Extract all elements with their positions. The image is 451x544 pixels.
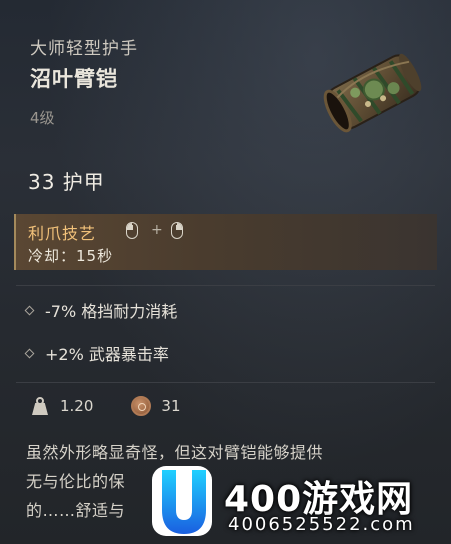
coin-icon [131,396,152,416]
skill-title: 利爪技艺 [28,224,97,243]
site-watermark: 400游戏网 4006525522.com [150,462,451,544]
divider [16,285,435,286]
stat-row: +2% 武器暴击率 [24,341,169,365]
armor-value: 33 护甲 [28,170,105,194]
item-category: 大师轻型护手 [30,39,138,59]
item-level: 4级 [30,109,55,127]
site-logo-icon [152,466,212,536]
price-value: 31 [161,397,181,415]
weight-value: 1.20 [60,397,94,415]
plus-sign: + [151,222,163,238]
stat-row: -7% 格挡耐力消耗 [24,298,178,322]
stat-text: -7% 格挡耐力消耗 [45,302,178,321]
item-meta: 1.20 31 [30,396,181,416]
right-mouse-icon [171,222,183,239]
diamond-bullet-icon [24,305,35,315]
diamond-bullet-icon [24,348,35,358]
left-mouse-icon [126,222,138,239]
item-tooltip: 大师轻型护手 沼叶臂铠 4级 33 护甲 利爪技艺 + 冷却：15秒 -7% 格… [0,0,451,544]
site-url: 4006525522.com [228,514,415,535]
stat-text: +2% 武器暴击率 [45,345,169,364]
item-name: 沼叶臂铠 [30,67,118,91]
item-header: 大师轻型护手 沼叶臂铠 4级 [30,34,138,128]
skill-panel: 利爪技艺 + 冷却：15秒 [14,214,437,270]
divider [16,382,435,383]
gauntlet-image [323,53,422,133]
skill-cooldown: 冷却：15秒 [28,247,114,265]
weight-icon [30,397,50,415]
